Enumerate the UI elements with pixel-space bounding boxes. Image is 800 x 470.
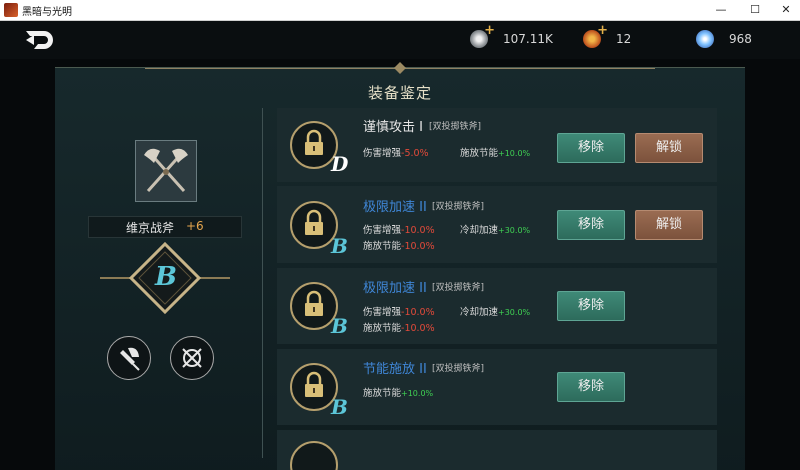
unlock-button[interactable]: 解锁 [635, 133, 703, 163]
effect-row: B 极限加速 II [双投掷铁斧] 伤害增强-10.0% 冷却加速+30.0% … [277, 268, 717, 344]
column-divider [262, 108, 263, 458]
effect-stat: 施放节能+10.0% [363, 385, 433, 399]
unlock-button[interactable]: 解锁 [635, 210, 703, 240]
silver-amount: 107.11K [503, 32, 553, 46]
add-silver-icon[interactable]: + [484, 23, 495, 38]
effect-grade: B [331, 395, 348, 419]
stat-label: 伤害增强 [363, 148, 402, 159]
stat-value: -10.0% [401, 307, 435, 318]
lock-icon [289, 440, 339, 470]
stat-label: 施放节能 [363, 241, 402, 252]
remove-button[interactable]: 移除 [557, 372, 625, 402]
stat-value: -10.0% [401, 241, 435, 252]
stat-label: 施放节能 [363, 323, 402, 334]
effect-row: D 谨慎攻击 I [双投掷铁斧] 伤害增强-5.0% 施放节能+10.0% 移除… [277, 108, 717, 182]
weapon-name: 维京战斧 [126, 221, 175, 235]
crystal-orb-icon [696, 30, 714, 48]
stat-value: -10.0% [401, 323, 435, 334]
diamond-ornament-icon [394, 62, 406, 74]
crosshair-icon [182, 348, 202, 368]
top-bar: + 107.11K + 12 968 [0, 21, 800, 59]
silver-resource[interactable]: + 107.11K [470, 23, 553, 49]
stat-label: 伤害增强 [363, 307, 402, 318]
stat-value: +10.0% [498, 149, 531, 158]
axe-icon [120, 347, 140, 371]
crystal-resource: 968 [696, 29, 752, 49]
maximize-button[interactable]: ☐ [739, 0, 771, 20]
back-button[interactable] [22, 27, 58, 53]
effect-weapon-tag: [双投掷铁斧] [432, 364, 485, 374]
silver-coin-icon: + [470, 23, 495, 48]
app-icon [4, 3, 18, 17]
weapon-name-box: 维京战斧 +6 [88, 216, 242, 238]
effect-row: B 极限加速 II [双投掷铁斧] 伤害增强-10.0% 冷却加速+30.0% … [277, 186, 717, 263]
weapon-enhance-level: +6 [186, 219, 204, 233]
effect-stat: 伤害增强-10.0% [363, 222, 435, 236]
weapon-grade-emblem: B [100, 238, 230, 318]
effect-stat: 伤害增强-10.0% [363, 304, 435, 318]
effect-name: 极限加速 II [363, 200, 427, 215]
minimize-button[interactable]: — [705, 0, 737, 20]
effect-grade: B [331, 234, 348, 258]
panel-title: 装备鉴定 [367, 84, 432, 102]
stat-value: -10.0% [401, 225, 435, 236]
effect-stat: 施放节能+10.0% [460, 145, 530, 159]
effect-weapon-tag: [双投掷铁斧] [429, 122, 482, 132]
add-medal-icon[interactable]: + [597, 23, 608, 38]
weapon-grade-letter: B [155, 262, 177, 292]
window-titlebar: 黑暗与光明 — ☐ ✕ [0, 0, 800, 21]
remove-button[interactable]: 移除 [557, 291, 625, 321]
effect-weapon-tag: [双投掷铁斧] [432, 202, 485, 212]
effect-row [277, 430, 717, 470]
effect-name: 极限加速 II [363, 281, 427, 296]
back-arrow-icon [26, 31, 53, 49]
effect-grade: D [331, 152, 349, 176]
stat-value: +30.0% [498, 226, 531, 235]
stat-label: 施放节能 [363, 388, 402, 399]
title-ornament-right [405, 68, 655, 69]
window-title: 黑暗与光明 [22, 7, 72, 18]
target-skill-button[interactable] [170, 336, 214, 380]
stat-label: 冷却加速 [460, 307, 499, 318]
effect-stat: 施放节能-10.0% [363, 320, 435, 334]
title-ornament-left [145, 68, 395, 69]
double-axe-icon[interactable] [135, 140, 197, 202]
stat-value: -5.0% [401, 148, 429, 159]
remove-button[interactable]: 移除 [557, 210, 625, 240]
stat-label: 施放节能 [460, 148, 499, 159]
identify-panel: 装备鉴定 维京战斧 +6 B D 谨慎攻击 I [双投掷铁斧] 伤害增强-5.0… [55, 62, 745, 470]
medal-amount: 12 [616, 32, 632, 46]
weapon-info: 维京战斧 +6 B [55, 108, 262, 470]
effect-name: 节能施放 II [363, 362, 427, 377]
effect-weapon-tag: [双投掷铁斧] [432, 283, 485, 293]
remove-button[interactable]: 移除 [557, 133, 625, 163]
effect-stat: 伤害增强-5.0% [363, 145, 429, 159]
stat-value: +10.0% [401, 389, 434, 398]
effect-row: B 节能施放 II [双投掷铁斧] 施放节能+10.0% 移除 [277, 349, 717, 425]
effect-name: 谨慎攻击 I [363, 120, 423, 135]
axe-skill-button[interactable] [107, 336, 151, 380]
crystal-amount: 968 [729, 32, 752, 46]
stat-label: 冷却加速 [460, 225, 499, 236]
effect-list[interactable]: D 谨慎攻击 I [双投掷铁斧] 伤害增强-5.0% 施放节能+10.0% 移除… [277, 108, 717, 470]
stat-label: 伤害增强 [363, 225, 402, 236]
medal-resource[interactable]: + 12 [583, 23, 632, 49]
effect-grade: B [331, 314, 348, 338]
close-button[interactable]: ✕ [770, 0, 800, 20]
stat-value: +30.0% [498, 308, 531, 317]
effect-stat: 冷却加速+30.0% [460, 304, 530, 318]
effect-stat: 施放节能-10.0% [363, 238, 435, 252]
game-viewport: + 107.11K + 12 968 装备鉴定 维京战斧 +6 B D 谨慎攻击… [0, 21, 800, 470]
gold-medal-icon: + [583, 23, 608, 48]
effect-stat: 冷却加速+30.0% [460, 222, 530, 236]
